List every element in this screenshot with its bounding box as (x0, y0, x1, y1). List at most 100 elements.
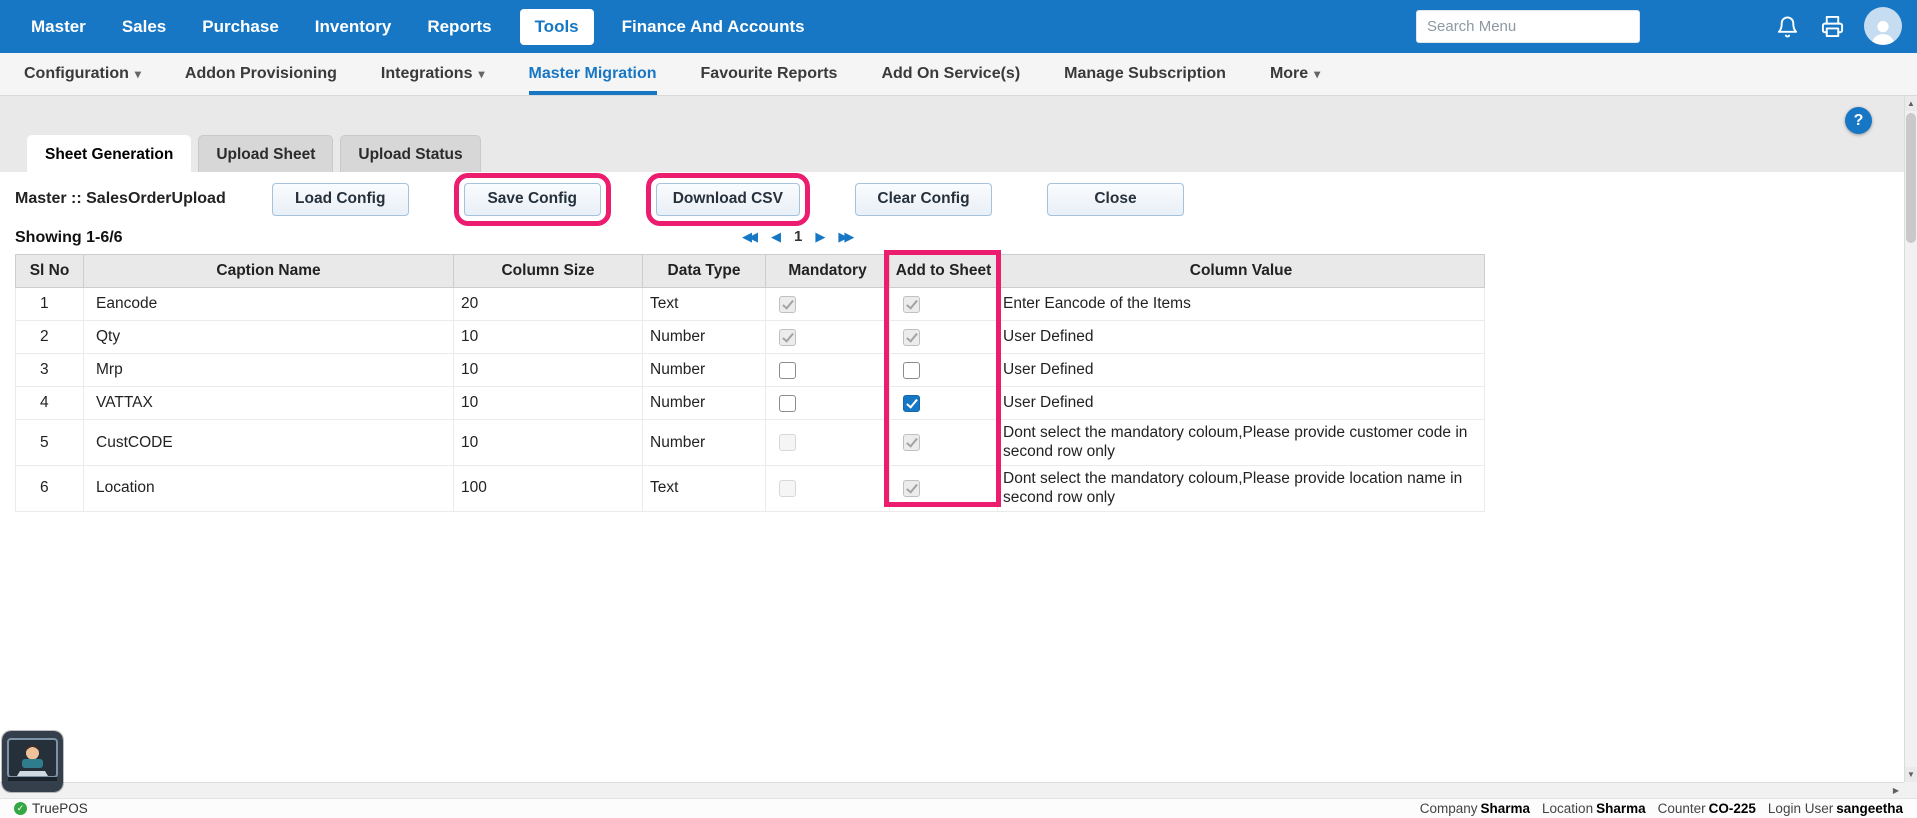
subnav-more-label: More (1270, 65, 1308, 83)
cell-mandatory (766, 387, 890, 420)
save-config-button[interactable]: Save Config (464, 183, 601, 216)
table-row: 3 Mrp 10 Number User Defined (16, 354, 1485, 387)
nav-inventory[interactable]: Inventory (315, 17, 392, 37)
cell-caption-name: VATTAX (84, 387, 454, 420)
subnav-more[interactable]: More ▾ (1270, 53, 1320, 95)
cell-data-type: Number (643, 354, 766, 387)
nav-purchase[interactable]: Purchase (202, 17, 279, 37)
subnav-integrations[interactable]: Integrations ▾ (381, 53, 485, 95)
subnav-add-on-services-label: Add On Service(s) (881, 65, 1020, 83)
mandatory-checkbox[interactable] (779, 362, 796, 379)
cell-sl-no: 2 (16, 321, 84, 354)
subnav-favourite-reports-label: Favourite Reports (701, 65, 838, 83)
cell-sl-no: 3 (16, 354, 84, 387)
counter-value: CO-225 (1709, 801, 1756, 816)
company-label: Company (1420, 801, 1478, 816)
add-to-sheet-checkbox[interactable] (903, 362, 920, 379)
subnav-addon-provisioning[interactable]: Addon Provisioning (185, 53, 337, 95)
subnav-integrations-label: Integrations (381, 65, 473, 83)
nav-finance-and-accounts[interactable]: Finance And Accounts (622, 17, 805, 37)
cell-mandatory (766, 420, 890, 466)
scroll-down-icon[interactable]: ▼ (1905, 767, 1917, 782)
table-row: 5 CustCODE 10 Number Dont select the man… (16, 420, 1485, 466)
cell-data-type: Number (643, 321, 766, 354)
chevron-down-icon: ▾ (135, 67, 141, 81)
download-csv-button[interactable]: Download CSV (656, 183, 800, 216)
previous-page-icon[interactable]: ◀ (771, 230, 781, 243)
cell-column-value: Dont select the mandatory coloum,Please … (998, 420, 1485, 466)
scroll-right-icon[interactable]: ▶ (1888, 783, 1904, 798)
printer-icon[interactable] (1821, 15, 1844, 38)
cell-caption-name: Eancode (84, 288, 454, 321)
help-button[interactable]: ? (1845, 107, 1872, 134)
table-row: 1 Eancode 20 Text Enter Eancode of the I… (16, 288, 1485, 321)
company-value: Sharma (1481, 801, 1531, 816)
cell-add-to-sheet (890, 465, 998, 511)
session-info: CompanySharma LocationSharma CounterCO-2… (1420, 801, 1903, 816)
login-user-field: Login Usersangeetha (1768, 801, 1903, 816)
search-input[interactable] (1416, 10, 1640, 43)
nav-sales[interactable]: Sales (122, 17, 166, 37)
truepos-taskbar-icon[interactable] (2, 731, 63, 792)
tab-upload-status[interactable]: Upload Status (340, 135, 480, 172)
header-column-value: Column Value (998, 255, 1485, 288)
login-user-label: Login User (1768, 801, 1833, 816)
first-page-icon[interactable]: ◀◀ (742, 230, 758, 243)
cell-sl-no: 1 (16, 288, 84, 321)
vertical-scrollbar[interactable]: ▲ ▼ (1904, 96, 1917, 782)
close-button[interactable]: Close (1047, 183, 1184, 216)
subnav-add-on-services[interactable]: Add On Service(s) (881, 53, 1020, 95)
cell-column-value: User Defined (998, 354, 1485, 387)
load-config-button[interactable]: Load Config (272, 183, 409, 216)
tab-upload-sheet[interactable]: Upload Sheet (198, 135, 333, 172)
subnav-addon-provisioning-label: Addon Provisioning (185, 65, 337, 83)
brand-label: TruePOS (32, 801, 88, 816)
tab-sheet-generation[interactable]: Sheet Generation (27, 135, 191, 172)
scrollbar-corner (1904, 782, 1917, 798)
table-row: 2 Qty 10 Number User Defined (16, 321, 1485, 354)
header-caption-name: Caption Name (84, 255, 454, 288)
cell-column-value: User Defined (998, 321, 1485, 354)
notifications-bell-icon[interactable] (1776, 15, 1799, 39)
cell-add-to-sheet (890, 288, 998, 321)
current-page: 1 (794, 228, 802, 245)
clear-config-button[interactable]: Clear Config (855, 183, 992, 216)
vertical-scroll-thumb[interactable] (1906, 113, 1916, 243)
showing-count: Showing 1-6/6 (15, 229, 123, 247)
cell-caption-name: Mrp (84, 354, 454, 387)
cell-column-size: 10 (454, 387, 643, 420)
mandatory-checkbox (779, 480, 796, 497)
scroll-up-icon[interactable]: ▲ (1905, 96, 1917, 111)
content-area: ? Sheet Generation Upload Sheet Upload S… (0, 96, 1917, 782)
cell-mandatory (766, 321, 890, 354)
table-row: 4 VATTAX 10 Number User Defined (16, 387, 1485, 420)
add-to-sheet-checkbox[interactable] (903, 395, 920, 412)
header-sl-no: Sl No (16, 255, 84, 288)
subnav-manage-subscription[interactable]: Manage Subscription (1064, 53, 1226, 95)
cell-data-type: Number (643, 387, 766, 420)
nav-reports[interactable]: Reports (427, 17, 491, 37)
mandatory-checkbox[interactable] (779, 395, 796, 412)
top-navbar: Master Sales Purchase Inventory Reports … (0, 0, 1917, 53)
cell-column-value: User Defined (998, 387, 1485, 420)
horizontal-scrollbar[interactable]: ▶ (0, 782, 1904, 798)
user-avatar[interactable] (1864, 7, 1902, 45)
cell-sl-no: 6 (16, 465, 84, 511)
sheet-generation-panel: Master :: SalesOrderUpload Load Config S… (0, 172, 1917, 782)
mandatory-checkbox (779, 296, 796, 313)
company-field: CompanySharma (1420, 801, 1530, 816)
table-row: 6 Location 100 Text Dont select the mand… (16, 465, 1485, 511)
nav-master[interactable]: Master (31, 17, 86, 37)
header-column-size: Column Size (454, 255, 643, 288)
mandatory-checkbox (779, 329, 796, 346)
counter-field: CounterCO-225 (1658, 801, 1756, 816)
subnav-configuration[interactable]: Configuration ▾ (24, 53, 141, 95)
cell-data-type: Number (643, 420, 766, 466)
last-page-icon[interactable]: ▶▶ (838, 230, 854, 243)
cell-column-value: Enter Eancode of the Items (998, 288, 1485, 321)
subnav-master-migration[interactable]: Master Migration (529, 53, 657, 95)
nav-tools[interactable]: Tools (520, 9, 594, 45)
status-ok-icon (14, 802, 27, 815)
next-page-icon[interactable]: ▶ (815, 230, 825, 243)
subnav-favourite-reports[interactable]: Favourite Reports (701, 53, 838, 95)
